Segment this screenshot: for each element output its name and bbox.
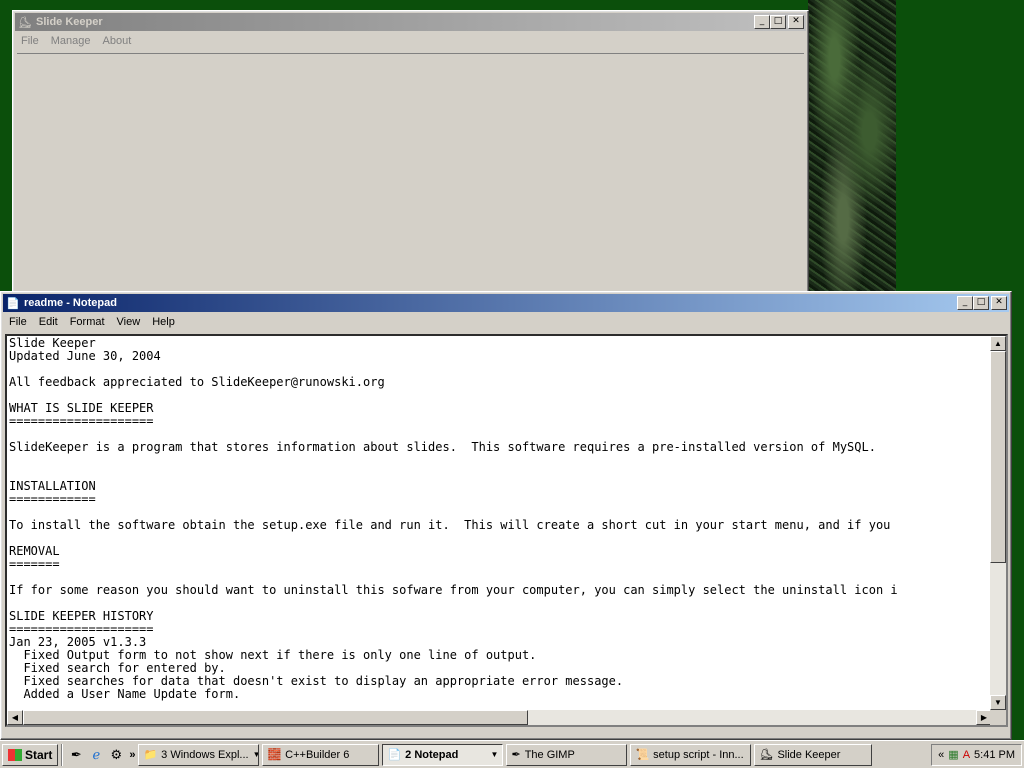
text-line: Updated June 30, 2004 bbox=[9, 349, 161, 363]
slide-keeper-window: ⛸ Slide Keeper _ □ ✕ File Manage About bbox=[12, 10, 809, 294]
maximize-button[interactable]: □ bbox=[973, 296, 989, 310]
text-line bbox=[9, 597, 993, 610]
builder-icon: 🧱 bbox=[267, 749, 282, 761]
taskbar-separator bbox=[61, 743, 64, 766]
text-line: SlideKeeper is a program that stores inf… bbox=[9, 440, 876, 454]
task-windows-explorer[interactable]: 📁 3 Windows Expl... ▼ bbox=[138, 743, 260, 766]
close-button[interactable]: ✕ bbox=[788, 15, 804, 29]
menu-view[interactable]: View bbox=[111, 316, 147, 328]
text-line: ==================== bbox=[9, 414, 154, 428]
menu-help[interactable]: Help bbox=[146, 316, 181, 328]
scroll-left-button[interactable]: ◀ bbox=[7, 710, 23, 725]
slide-keeper-icon: ⛸ bbox=[759, 749, 774, 761]
notepad-icon[interactable]: 📄 bbox=[5, 295, 21, 311]
text-line bbox=[9, 532, 993, 545]
adobe-icon[interactable]: A bbox=[963, 749, 970, 761]
horizontal-scroll-thumb[interactable] bbox=[23, 710, 528, 725]
notepad-title: readme - Notepad bbox=[24, 297, 117, 309]
task-slide-keeper[interactable]: ⛸ Slide Keeper bbox=[754, 743, 873, 766]
quicklaunch-gimp-icon[interactable]: ✒ bbox=[66, 745, 86, 765]
document-text[interactable]: Slide Keeper Updated June 30, 2004 All fe… bbox=[9, 337, 993, 713]
clock[interactable]: 5:41 PM bbox=[974, 749, 1015, 761]
maximize-button[interactable]: □ bbox=[770, 15, 786, 29]
slide-keeper-app-icon[interactable]: ⛸ bbox=[17, 14, 33, 30]
start-button[interactable]: Start bbox=[2, 743, 59, 766]
start-label: Start bbox=[25, 747, 53, 762]
tray-chevron[interactable]: « bbox=[938, 749, 944, 761]
scrollbar-corner bbox=[990, 710, 1006, 725]
task-label: C++Builder 6 bbox=[285, 748, 350, 761]
system-tray: « ▦ A 5:41 PM bbox=[931, 743, 1022, 766]
task-label: setup script - Inn... bbox=[653, 748, 744, 761]
task-setup-script[interactable]: 📜 setup script - Inn... bbox=[630, 743, 752, 766]
desktop-wallpaper bbox=[808, 0, 896, 292]
menu-format[interactable]: Format bbox=[64, 316, 111, 328]
menu-edit[interactable]: Edit bbox=[33, 316, 64, 328]
notepad-icon: 📄 bbox=[387, 749, 402, 761]
text-line: ==================== bbox=[9, 622, 154, 636]
text-line bbox=[9, 454, 993, 467]
task-label: 3 Windows Expl... bbox=[161, 748, 249, 761]
dropdown-arrow-icon: ▼ bbox=[490, 750, 499, 759]
windows-logo-icon bbox=[8, 748, 22, 761]
quicklaunch-settings-icon[interactable]: ⚙ bbox=[106, 745, 126, 765]
quicklaunch-internet-explorer-icon[interactable]: ℯ bbox=[86, 745, 106, 765]
slide-keeper-titlebar[interactable]: ⛸ Slide Keeper _ □ ✕ bbox=[15, 13, 806, 31]
scroll-up-button[interactable]: ▲ bbox=[990, 336, 1006, 351]
folder-icon: 📁 bbox=[143, 749, 158, 761]
text-line: Added a User Name Update form. bbox=[9, 687, 241, 701]
task-label: 2 Notepad bbox=[405, 748, 459, 761]
network-icon[interactable]: ▦ bbox=[948, 748, 958, 761]
text-line: All feedback appreciated to SlideKeeper@… bbox=[9, 375, 385, 389]
menu-file[interactable]: File bbox=[15, 35, 45, 47]
task-label: The GIMP bbox=[524, 748, 575, 761]
scroll-down-button[interactable]: ▼ bbox=[990, 695, 1006, 710]
text-line: INSTALLATION bbox=[9, 479, 96, 493]
quicklaunch-chevron-icon[interactable]: » bbox=[129, 749, 135, 761]
text-line bbox=[9, 389, 993, 402]
text-line: SLIDE KEEPER HISTORY bbox=[9, 609, 154, 623]
text-line: If for some reason you should want to un… bbox=[9, 583, 898, 597]
menu-file[interactable]: File bbox=[3, 316, 33, 328]
notepad-text-area[interactable]: Slide Keeper Updated June 30, 2004 All fe… bbox=[5, 334, 1008, 727]
gimp-icon: ✒ bbox=[511, 749, 521, 761]
minimize-button[interactable]: _ bbox=[754, 15, 770, 29]
menu-manage[interactable]: Manage bbox=[45, 35, 97, 47]
notepad-window: 📄 readme - Notepad _ □ ✕ File Edit Forma… bbox=[0, 291, 1012, 740]
vertical-scroll-thumb[interactable] bbox=[990, 351, 1006, 563]
text-line: ======= bbox=[9, 557, 60, 571]
task-gimp[interactable]: ✒ The GIMP bbox=[506, 743, 628, 766]
menu-about[interactable]: About bbox=[97, 35, 138, 47]
text-line: REMOVAL bbox=[9, 544, 60, 558]
vertical-scrollbar[interactable]: ▲ ▼ bbox=[990, 336, 1006, 710]
text-line: ============ bbox=[9, 492, 96, 506]
dropdown-arrow-icon: ▼ bbox=[253, 750, 259, 759]
slide-keeper-menubar: File Manage About bbox=[13, 31, 808, 51]
task-cpp-builder[interactable]: 🧱 C++Builder 6 bbox=[262, 743, 380, 766]
task-notepad[interactable]: 📄 2 Notepad ▼ bbox=[382, 743, 504, 766]
desktop-background bbox=[896, 0, 1024, 292]
task-label: Slide Keeper bbox=[777, 748, 841, 761]
notepad-menubar: File Edit Format View Help bbox=[1, 312, 1011, 332]
slide-keeper-title: Slide Keeper bbox=[36, 16, 103, 28]
text-line: WHAT IS SLIDE KEEPER bbox=[9, 401, 154, 415]
horizontal-scrollbar[interactable]: ◀ ▶ bbox=[7, 710, 992, 725]
text-line: To install the software obtain the setup… bbox=[9, 518, 891, 532]
setup-icon: 📜 bbox=[635, 749, 650, 761]
close-button[interactable]: ✕ bbox=[991, 296, 1007, 310]
notepad-titlebar[interactable]: 📄 readme - Notepad _ □ ✕ bbox=[3, 294, 1009, 312]
text-line bbox=[9, 467, 993, 480]
slide-keeper-client-area bbox=[17, 53, 804, 293]
minimize-button[interactable]: _ bbox=[957, 296, 973, 310]
taskbar: Start ✒ ℯ ⚙ » 📁 3 Windows Expl... ▼ 🧱 C+… bbox=[0, 740, 1024, 768]
